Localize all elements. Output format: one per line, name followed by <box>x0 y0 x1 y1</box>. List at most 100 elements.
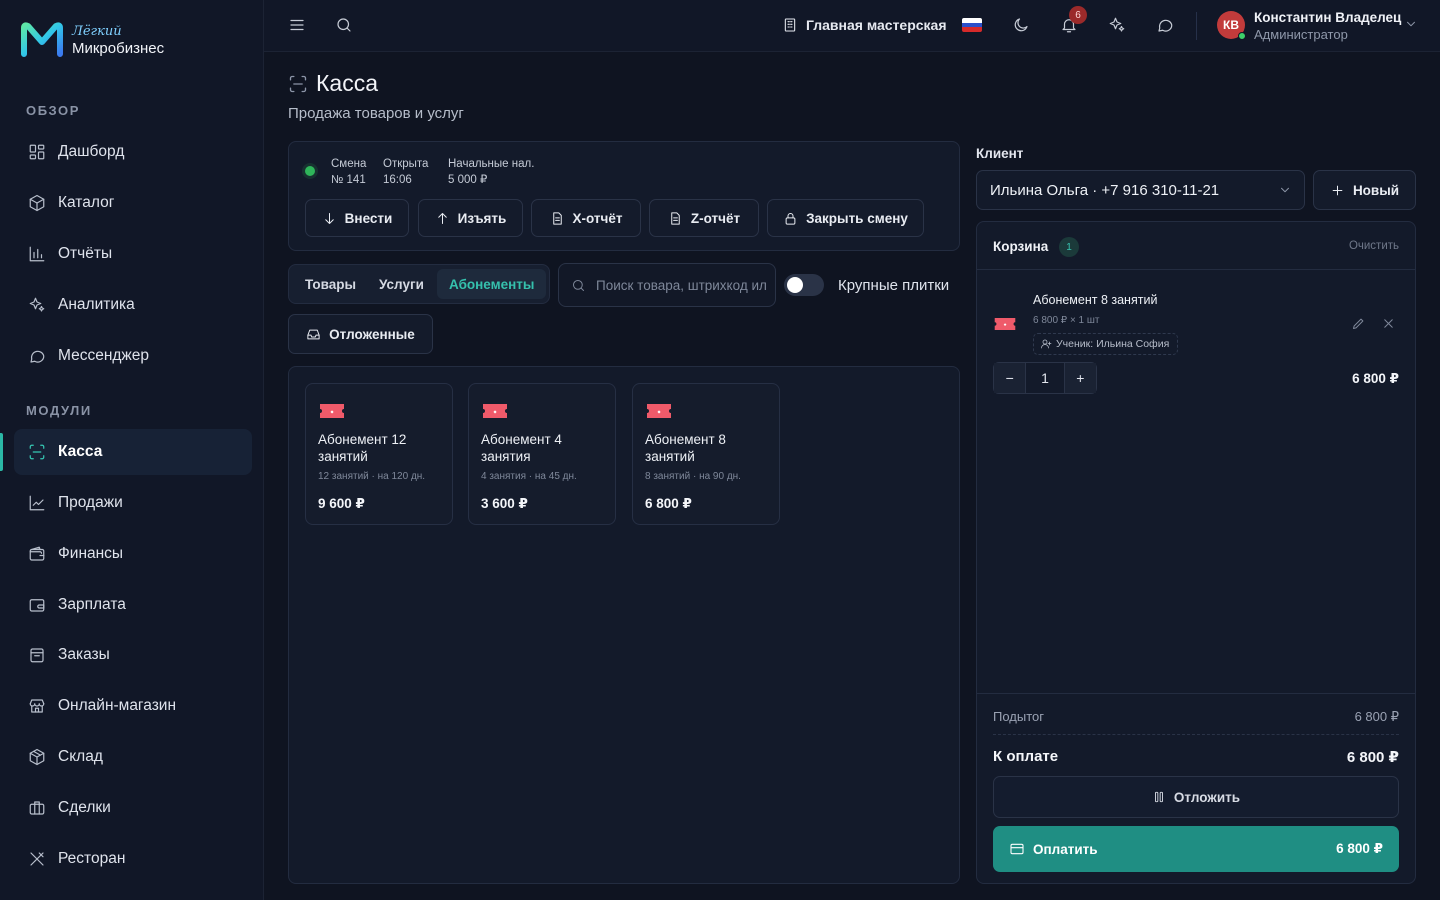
sidebar: Лёгкий Микробизнес ОБЗОР Дашборд Каталог… <box>0 0 264 900</box>
cart-count-badge: 1 <box>1059 237 1079 257</box>
workshop-name: Главная мастерская <box>806 17 947 33</box>
section-label-overview: ОБЗОР <box>26 103 81 118</box>
workshop-selector[interactable]: Главная мастерская <box>782 17 947 33</box>
sidebar-item-warehouse[interactable]: Склад <box>14 734 252 780</box>
withdraw-label: Изъять <box>457 210 507 226</box>
deferred-button[interactable]: Отложенные <box>288 314 433 354</box>
topbar: Главная мастерская 6 КВ Константин Владе… <box>264 0 1440 52</box>
document-icon <box>671 211 680 225</box>
client-label: Клиент <box>976 146 1024 161</box>
close-shift-button[interactable]: Закрыть смену <box>767 199 924 237</box>
tab-products[interactable]: Товары <box>293 269 368 299</box>
search-button[interactable] <box>335 16 353 34</box>
chat-icon <box>1158 19 1173 32</box>
brand-logo[interactable]: Лёгкий Микробизнес <box>20 22 164 58</box>
sidebar-item-deals[interactable]: Сделки <box>14 785 252 831</box>
online-status-dot <box>1238 32 1246 40</box>
cart-clear-button[interactable]: Очистить <box>1349 240 1399 252</box>
ticket-icon: ◆ <box>320 404 344 418</box>
sidebar-item-dashboard[interactable]: Дашборд <box>14 129 252 175</box>
shift-panel: Смена № 141 Открыта 16:06 Начальные нал.… <box>288 141 960 251</box>
sidebar-item-reports[interactable]: Отчёты <box>14 231 252 277</box>
z-report-button[interactable]: Z-отчёт <box>649 199 759 237</box>
new-client-button[interactable]: Новый <box>1313 170 1416 210</box>
shift-opened-value: 16:06 <box>383 174 412 186</box>
shift-number-value: № 141 <box>331 174 366 186</box>
shift-number: Смена № 141 <box>331 156 366 188</box>
x-report-button[interactable]: X-отчёт <box>531 199 641 237</box>
sidebar-item-label: Онлайн-магазин <box>58 697 177 714</box>
topbar-divider <box>1196 12 1197 40</box>
language-flag-icon[interactable] <box>962 18 982 32</box>
tab-subscriptions[interactable]: Абонементы <box>437 269 547 299</box>
tab-services[interactable]: Услуги <box>367 269 436 299</box>
quantity-increase-button[interactable]: + <box>1064 363 1096 393</box>
cart-footer-divider <box>977 693 1415 694</box>
sidebar-item-messenger[interactable]: Мессенджер <box>14 333 252 379</box>
sidebar-item-orders[interactable]: Заказы <box>14 632 252 678</box>
ai-assistant-button[interactable] <box>1108 16 1126 34</box>
withdraw-button[interactable]: Изъять <box>418 199 523 237</box>
product-name: Абонемент 4 занятия <box>481 432 562 464</box>
defer-button[interactable]: Отложить <box>993 776 1399 818</box>
cart-panel: Корзина 1 Очистить ◆ Абонемент 8 занятий… <box>976 221 1416 884</box>
cart-item-total: 6 800 ₽ <box>1352 371 1399 386</box>
deposit-button[interactable]: Внести <box>305 199 409 237</box>
quantity-value[interactable]: 1 <box>1025 363 1065 393</box>
user-role: Администратор <box>1254 27 1348 42</box>
sidebar-item-online-store[interactable]: Онлайн-магазин <box>14 683 252 729</box>
deferred-label: Отложенные <box>329 326 415 342</box>
large-tiles-toggle[interactable] <box>784 274 824 296</box>
sidebar-item-salary[interactable]: Зарплата <box>14 582 252 628</box>
chevron-down-icon <box>1281 187 1289 193</box>
user-menu-toggle[interactable] <box>1404 17 1418 31</box>
sidebar-item-pos[interactable]: Касса <box>14 429 252 475</box>
user-icon <box>1041 339 1052 349</box>
new-client-label: Новый <box>1352 182 1400 198</box>
product-card[interactable]: ◆ Абонемент 4 занятия 4 занятия · на 45 … <box>468 383 616 525</box>
product-name: Абонемент 8 занятий <box>645 432 726 464</box>
sidebar-item-catalog[interactable]: Каталог <box>14 180 252 226</box>
client-select[interactable]: Ильина Ольга · +7 916 310-11-21 <box>976 170 1305 210</box>
sidebar-item-label: Дашборд <box>58 143 125 160</box>
product-meta: 12 занятий · на 120 дн. <box>318 471 426 482</box>
sidebar-item-restaurant[interactable]: Ресторан <box>14 836 252 882</box>
product-price: 6 800 ₽ <box>645 496 692 511</box>
sidebar-item-analytics[interactable]: Аналитика <box>14 282 252 328</box>
search-input[interactable] <box>596 277 766 293</box>
theme-toggle-button[interactable] <box>1012 16 1030 34</box>
cart-item-price-qty: 6 800 ₽ × 1 шт <box>1033 315 1100 326</box>
brand-logo-icon <box>21 22 63 57</box>
menu-button[interactable] <box>288 16 306 34</box>
cart-item-remove-button[interactable] <box>1381 316 1396 331</box>
subtotal-value: 6 800 ₽ <box>1354 709 1399 724</box>
briefcase-icon <box>29 801 45 815</box>
cart-item-student-tag[interactable]: Ученик: Ильина София <box>1033 333 1179 355</box>
close-icon <box>1384 319 1393 328</box>
sidebar-item-label: Каталог <box>58 194 115 211</box>
scan-icon <box>289 75 307 92</box>
client-selected-value: Ильина Ольга · +7 916 310-11-21 <box>990 181 1220 199</box>
user-name[interactable]: Константин Владелец <box>1254 10 1401 25</box>
toggle-knob <box>787 277 803 293</box>
shift-opened: Открыта 16:06 <box>383 156 428 188</box>
shift-number-label: Смена <box>331 158 367 170</box>
cart-item-edit-button[interactable] <box>1351 316 1366 331</box>
product-card[interactable]: ◆ Абонемент 8 занятий 8 занятий · на 90 … <box>632 383 780 525</box>
sidebar-item-finance[interactable]: Финансы <box>14 531 252 577</box>
sidebar-item-sales[interactable]: Продажи <box>14 480 252 526</box>
lock-icon <box>785 212 796 225</box>
ticket-icon: ◆ <box>647 404 671 418</box>
pay-button[interactable]: Оплатить 6 800 ₽ <box>993 826 1399 872</box>
arrow-up-icon <box>437 212 447 224</box>
scan-icon <box>29 444 45 460</box>
x-report-label: X-отчёт <box>572 210 623 226</box>
messages-button[interactable] <box>1156 16 1174 34</box>
box-icon <box>30 648 44 663</box>
cart-header: Корзина 1 Очистить <box>977 222 1415 270</box>
pay-button-amount: 6 800 ₽ <box>1336 841 1383 856</box>
quantity-decrease-button[interactable]: − <box>994 363 1026 393</box>
shift-opened-label: Открыта <box>383 158 429 170</box>
deposit-label: Внести <box>344 210 393 226</box>
product-card[interactable]: ◆ Абонемент 12 занятий 12 занятий · на 1… <box>305 383 453 525</box>
